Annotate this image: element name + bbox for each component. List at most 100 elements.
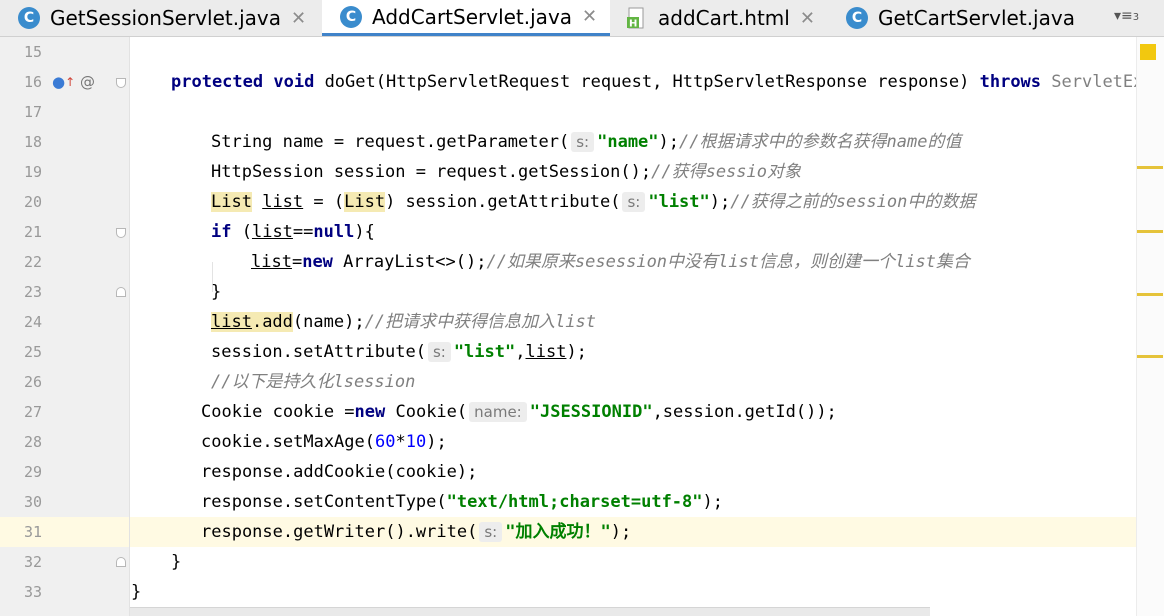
line-number: 33 xyxy=(23,583,42,601)
fold-marker-icon[interactable] xyxy=(116,287,126,297)
code-text: ) session.getAttribute( xyxy=(385,192,621,212)
close-icon[interactable]: ✕ xyxy=(800,8,815,29)
code-text: } xyxy=(171,552,182,572)
parameter-hint: s: xyxy=(427,342,451,362)
line-number: 16 xyxy=(23,73,42,91)
warning-stripe-mark[interactable] xyxy=(1137,355,1163,358)
keyword: new xyxy=(354,402,386,422)
code-text: session.setAttribute( xyxy=(211,342,426,362)
override-marker-icon[interactable]: ●↑ xyxy=(52,67,75,97)
tab-get-session-servlet[interactable]: C GetSessionServlet.java ✕ xyxy=(18,0,318,36)
code-text: Cookie( xyxy=(385,402,468,422)
code-line: if (list==null){ xyxy=(211,217,1136,247)
fold-marker-icon[interactable] xyxy=(116,228,126,238)
java-class-icon: C xyxy=(340,5,362,28)
line-number: 32 xyxy=(23,553,42,571)
code-line: cookie.setMaxAge(60*10); xyxy=(201,427,1136,457)
keyword: void xyxy=(273,72,315,92)
warning-stripe-mark[interactable] xyxy=(1137,166,1163,169)
string-literal: "JSESSIONID" xyxy=(529,402,653,422)
line-number: 22 xyxy=(23,253,42,271)
code-text: = xyxy=(291,252,303,272)
keyword: new xyxy=(302,252,333,272)
code-text: HttpSession session = request.getSession… xyxy=(211,162,652,182)
code-text: ServletExcept xyxy=(1051,72,1136,92)
variable: list xyxy=(262,192,304,212)
code-text: , xyxy=(515,342,526,362)
code-text: } xyxy=(211,282,222,302)
string-literal: "list" xyxy=(453,342,516,362)
line-number: 18 xyxy=(23,133,42,151)
tab-label: GetCartServlet.java xyxy=(878,6,1075,30)
code-text: ); xyxy=(709,192,731,212)
variable: list xyxy=(251,252,292,272)
variable: list xyxy=(525,342,567,362)
code-editor[interactable]: protected void doGet(HttpServletRequest … xyxy=(130,37,1136,616)
parameter-hint: s: xyxy=(571,132,595,152)
close-icon[interactable]: ✕ xyxy=(582,6,597,27)
code-text: ); xyxy=(702,492,723,512)
editor-tab-bar: C GetSessionServlet.java ✕ C AddCartServ… xyxy=(0,0,1164,37)
tab-add-cart-html[interactable]: H addCart.html ✕ xyxy=(626,0,826,36)
line-number: 31 xyxy=(23,523,42,541)
code-line: protected void doGet(HttpServletRequest … xyxy=(171,67,1136,97)
number-literal: 60 xyxy=(375,432,396,452)
variable: list xyxy=(251,222,293,242)
editor-gutter[interactable]: 15 16 17 18 19 20 21 22 23 24 25 26 27 2… xyxy=(0,37,130,616)
number-literal: 10 xyxy=(405,432,427,452)
code-text: } xyxy=(131,582,142,602)
tab-list-button[interactable]: ▾≡3 xyxy=(1114,8,1139,24)
parameter-hint: s: xyxy=(479,522,503,542)
code-text: response.setContentType( xyxy=(201,492,447,512)
keyword: protected xyxy=(171,72,264,92)
warning-stripe-mark[interactable] xyxy=(1137,293,1163,296)
line-number: 19 xyxy=(23,163,42,181)
line-number: 23 xyxy=(23,283,42,301)
tab-add-cart-servlet[interactable]: C AddCartServlet.java ✕ xyxy=(322,0,610,36)
line-number: 30 xyxy=(23,493,42,511)
tab-list-icon: ▾≡ xyxy=(1114,8,1133,24)
code-text: ( xyxy=(231,222,252,242)
tab-overflow-count: 3 xyxy=(1132,12,1140,23)
line-number: 28 xyxy=(23,433,42,451)
code-text: doGet(HttpServletRequest request, HttpSe… xyxy=(314,72,980,92)
comment: //获得之前的session中的数据 xyxy=(730,192,976,212)
variable: list xyxy=(211,312,252,332)
code-text: response.addCookie(cookie); xyxy=(201,462,478,482)
line-number: 20 xyxy=(23,193,42,211)
line-number: 25 xyxy=(23,343,42,361)
java-class-icon: C xyxy=(846,7,868,29)
close-icon[interactable]: ✕ xyxy=(291,8,306,29)
horizontal-scrollbar[interactable] xyxy=(130,607,930,616)
comment: //如果原来sesession中没有list信息，则创建一个list集合 xyxy=(486,252,970,272)
warning-stripe-mark[interactable] xyxy=(1137,230,1163,233)
type-highlight: List xyxy=(211,192,252,212)
error-stripe[interactable] xyxy=(1136,37,1164,616)
warning-indicator-icon[interactable] xyxy=(1140,44,1156,60)
code-line: session.setAttribute(s: "list",list); xyxy=(211,337,1136,367)
html-file-icon: H xyxy=(626,7,648,30)
code-line: Cookie cookie =new Cookie(name: "JSESSION… xyxy=(201,397,1136,427)
line-number: 15 xyxy=(23,43,42,61)
annotation-marker: @ xyxy=(80,73,95,91)
svg-text:H: H xyxy=(629,19,637,30)
comment: //把请求中获得信息加入list xyxy=(364,312,596,332)
code-line: response.addCookie(cookie); xyxy=(201,457,1136,487)
fold-marker-icon[interactable] xyxy=(116,557,126,567)
code-text: cookie.setMaxAge( xyxy=(201,432,375,452)
parameter-hint: name: xyxy=(469,402,527,422)
code-line: List list = (List) session.getAttribute(… xyxy=(211,187,1136,217)
code-line: } xyxy=(171,547,1136,577)
line-number: 27 xyxy=(23,403,42,421)
java-class-icon: C xyxy=(18,7,40,29)
keyword: if xyxy=(211,222,232,242)
string-literal: "list" xyxy=(648,192,710,212)
fold-marker-icon[interactable] xyxy=(116,78,126,88)
current-code-line: response.getWriter().write(s: "加入成功！"); xyxy=(130,517,1136,547)
string-literal: "加入成功！" xyxy=(505,522,611,542)
tab-get-cart-servlet[interactable]: C GetCartServlet.java xyxy=(846,0,1108,36)
comment: //根据请求中的参数名获得name的值 xyxy=(679,132,962,152)
tab-label: AddCartServlet.java xyxy=(372,4,573,29)
